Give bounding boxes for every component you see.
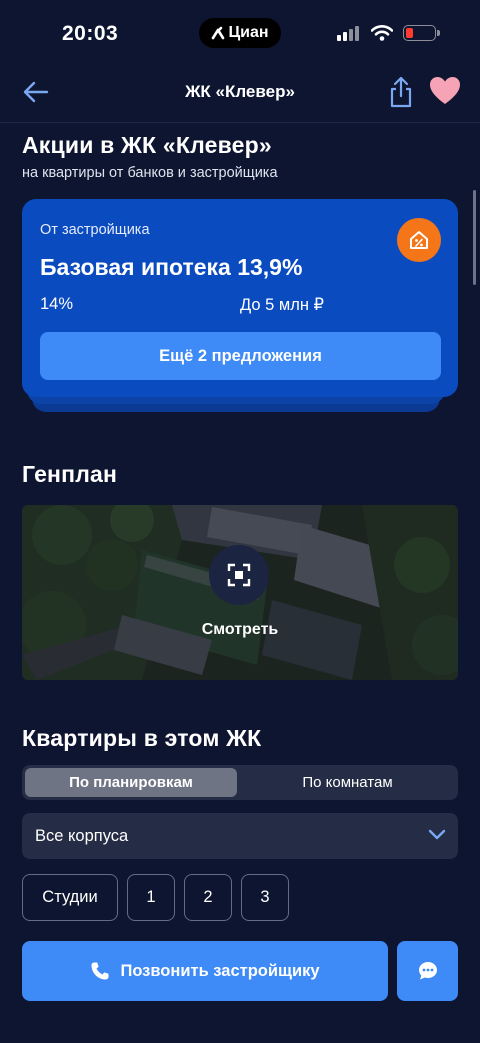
chat-bubble-icon xyxy=(418,962,437,980)
status-icons xyxy=(337,25,440,41)
room-filter-studio[interactable]: Студии xyxy=(22,874,118,921)
building-select-value: Все корпуса xyxy=(35,827,129,845)
genplan-title: Генплан xyxy=(22,461,118,487)
house-percent-icon xyxy=(410,231,428,249)
heart-icon[interactable] xyxy=(429,76,461,106)
header-divider xyxy=(0,122,480,123)
fullscreen-icon xyxy=(227,563,251,587)
tab-by-layouts[interactable]: По планировкам xyxy=(25,768,237,797)
fullscreen-button[interactable] xyxy=(209,545,269,605)
battery-level xyxy=(406,28,413,38)
status-bar: 20:03 Циан xyxy=(0,0,480,68)
promotions-subtitle: на квартиры от банков и застройщика xyxy=(22,165,278,181)
promo-amount: До 5 млн ₽ xyxy=(240,296,325,314)
room-filter-2[interactable]: 2 xyxy=(184,874,232,921)
promo-label: От застройщика xyxy=(40,222,150,238)
layout-tabs: По планировкам По комнатам xyxy=(22,765,458,800)
promo-heading: Базовая ипотека 13,9% xyxy=(40,254,303,280)
cellular-signal-icon xyxy=(337,26,359,41)
chat-button[interactable] xyxy=(397,941,458,1001)
wifi-icon xyxy=(371,25,393,41)
tab-by-rooms[interactable]: По комнатам xyxy=(240,768,455,797)
promotions-title: Акции в ЖК «Клевер» xyxy=(22,132,272,158)
building-select[interactable]: Все корпуса xyxy=(22,813,458,859)
room-filter-1[interactable]: 1 xyxy=(127,874,175,921)
status-time: 20:03 xyxy=(62,22,119,45)
room-filter-3[interactable]: 3 xyxy=(241,874,289,921)
call-developer-label: Позвонить застройщику xyxy=(120,961,320,980)
share-icon[interactable] xyxy=(386,75,416,109)
scrollbar[interactable] xyxy=(473,190,476,285)
app-pill-label: Циан xyxy=(228,24,269,41)
chevron-down-icon xyxy=(428,829,446,840)
app-pill[interactable]: Циан xyxy=(199,18,281,48)
call-developer-button[interactable]: Позвонить застройщику xyxy=(22,941,388,1001)
phone-icon xyxy=(91,962,109,980)
battery-icon xyxy=(403,25,440,41)
apartments-title: Квартиры в этом ЖК xyxy=(22,725,262,751)
promo-badge xyxy=(397,218,441,262)
genplan-map[interactable]: Смотреть xyxy=(22,505,458,680)
top-nav: ЖК «Клевер» xyxy=(0,68,480,116)
promo-card[interactable]: От застройщика Базовая ипотека 13,9% 14%… xyxy=(22,199,458,397)
promo-rate: 14% xyxy=(40,295,74,313)
cian-logo-icon xyxy=(212,26,225,40)
more-offers-button[interactable]: Ещё 2 предложения xyxy=(40,332,441,380)
view-genplan-label[interactable]: Смотреть xyxy=(22,621,458,639)
